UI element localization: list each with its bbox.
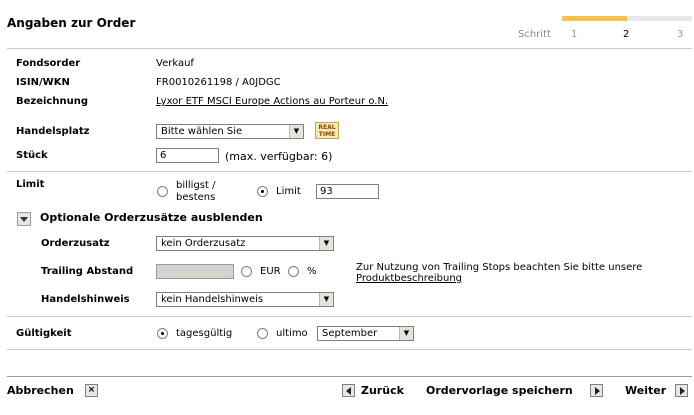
quantity-input[interactable]: 6: [156, 148, 219, 163]
handelsplatz-select[interactable]: Bitte wählen Sie ▼: [156, 124, 304, 139]
save-template-button[interactable]: Ordervorlage speichern: [426, 384, 573, 397]
back-button[interactable]: Zurück: [361, 384, 404, 397]
limit-option-label: Limit: [276, 186, 301, 197]
chevron-down-icon: ▼: [319, 237, 333, 250]
handelshinweis-value: kein Handelshinweis: [161, 294, 264, 305]
chevron-down-icon: ▼: [319, 293, 333, 306]
back-arrow-icon[interactable]: [342, 384, 355, 397]
radio-billigst[interactable]: [157, 186, 168, 197]
trailing-info: Zur Nutzung von Trailing Stops beachten …: [356, 262, 643, 273]
page-title: Angaben zur Order: [7, 16, 136, 30]
divider: [7, 48, 692, 49]
footer-divider: [7, 376, 692, 377]
radio-eur[interactable]: [241, 266, 252, 277]
step-1: 1: [571, 29, 578, 40]
handelshinweis-label: Handelshinweis: [41, 294, 130, 305]
fondsorder-value: Verkauf: [156, 58, 194, 69]
billigst-line1: billigst /: [176, 180, 216, 191]
save-template-arrow-icon[interactable]: [590, 384, 603, 397]
limit-input[interactable]: 93: [316, 184, 379, 199]
steps-label: Schritt: [518, 29, 551, 40]
orderzusatz-label: Orderzusatz: [41, 238, 110, 249]
orderzusatz-value: kein Orderzusatz: [161, 238, 246, 249]
cancel-button-label[interactable]: Abbrechen: [7, 384, 74, 397]
trailing-label: Trailing Abstand: [41, 266, 134, 277]
bezeichnung-label: Bezeichnung: [16, 96, 88, 107]
product-description-link[interactable]: Produktbeschreibung: [356, 273, 462, 284]
radio-ultimo[interactable]: [257, 328, 268, 339]
divider: [7, 316, 692, 317]
isin-label: ISIN/WKN: [16, 77, 70, 88]
radio-tagesgueltig[interactable]: [157, 328, 168, 339]
stueck-label: Stück: [16, 150, 48, 161]
divider: [7, 171, 692, 172]
month-value: September: [322, 328, 378, 339]
realtime-icon[interactable]: REAL TIME: [315, 122, 339, 139]
tagesgueltig-label: tagesgültig: [176, 328, 233, 339]
next-button[interactable]: Weiter: [625, 384, 666, 397]
limit-label: Limit: [16, 179, 45, 190]
isin-value: FR0010261198 / A0JDGC: [156, 77, 281, 88]
eur-label: EUR: [260, 266, 281, 277]
orderzusatz-select[interactable]: kein Orderzusatz ▼: [156, 236, 334, 251]
billigst-line2: bestens: [176, 192, 216, 203]
next-arrow-icon[interactable]: [675, 384, 688, 397]
chevron-down-icon: ▼: [289, 125, 303, 138]
divider: [7, 349, 692, 350]
handelsplatz-label: Handelsplatz: [16, 126, 90, 137]
step-3: 3: [677, 29, 684, 40]
radio-percent[interactable]: [288, 266, 299, 277]
ultimo-label: ultimo: [276, 328, 308, 339]
trailing-input[interactable]: [156, 264, 234, 279]
step-progress-fill: [562, 16, 627, 21]
radio-limit[interactable]: [257, 186, 268, 197]
gueltigkeit-label: Gültigkeit: [16, 328, 72, 339]
month-select[interactable]: September ▼: [317, 326, 414, 341]
step-2: 2: [623, 29, 630, 40]
realtime-badge-line1: REAL: [318, 124, 336, 131]
chevron-down-icon: ▼: [399, 327, 413, 340]
handelsplatz-value: Bitte wählen Sie: [161, 126, 243, 137]
handelshinweis-select[interactable]: kein Handelshinweis ▼: [156, 292, 334, 307]
optional-toggle-label[interactable]: Optionale Orderzusätze ausblenden: [40, 211, 263, 224]
percent-label: %: [307, 266, 317, 277]
security-name-link[interactable]: Lyxor ETF MSCI Europe Actions au Porteur…: [156, 96, 388, 107]
collapse-toggle-icon[interactable]: [17, 212, 31, 226]
quantity-hint: (max. verfügbar: 6): [225, 150, 333, 163]
step-progress-bar: [562, 16, 692, 21]
billigst-label: billigst / bestens: [176, 180, 216, 204]
close-icon[interactable]: ×: [85, 384, 98, 397]
realtime-badge-line2: TIME: [318, 131, 336, 138]
fondsorder-label: Fondsorder: [16, 58, 81, 69]
